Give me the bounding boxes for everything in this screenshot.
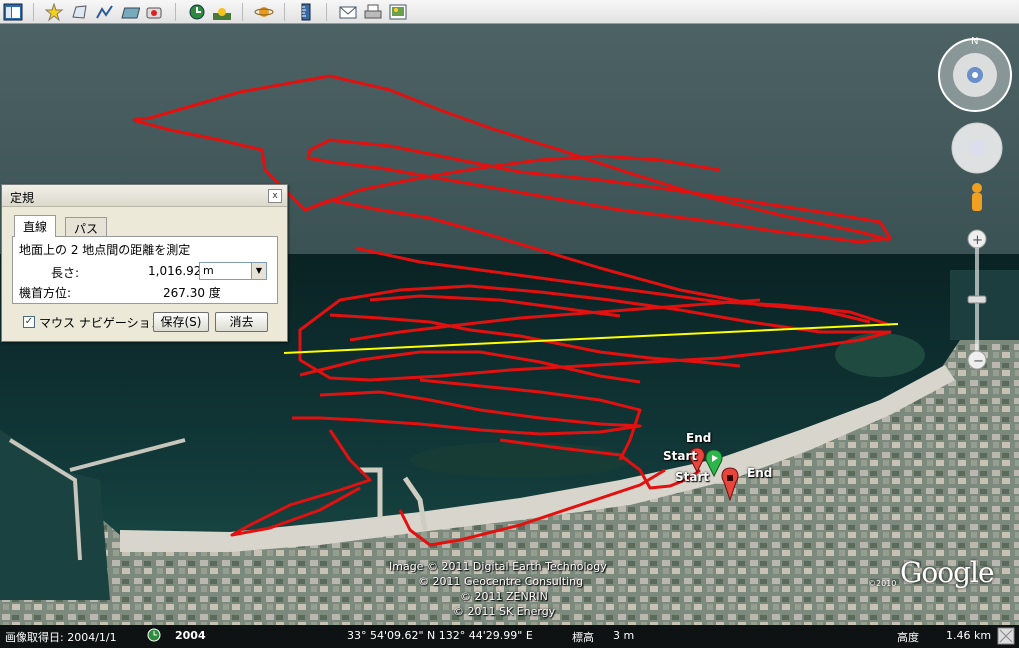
heading-label: 機首方位: bbox=[19, 286, 72, 300]
status-bar: 画像取得日: 2004/1/1 2004 33° 54'09.62" N 132… bbox=[0, 625, 1019, 648]
street-view-pegman-icon[interactable] bbox=[972, 183, 982, 211]
add-path-icon[interactable] bbox=[95, 3, 115, 21]
sunlight-icon[interactable] bbox=[212, 3, 232, 21]
toolbar-separator bbox=[242, 2, 243, 21]
email-icon[interactable] bbox=[338, 3, 358, 21]
history-year: 2004 bbox=[175, 629, 206, 642]
eye-altitude-value: 1.46 km bbox=[946, 629, 992, 642]
mouse-navigation-checkbox[interactable]: ✓ bbox=[23, 316, 35, 328]
historical-imagery-clock-icon[interactable] bbox=[147, 628, 161, 645]
move-control[interactable] bbox=[951, 122, 1003, 174]
measure-description: 地面上の 2 地点間の距離を測定 bbox=[19, 243, 191, 257]
toolbar-separator bbox=[326, 2, 327, 21]
clear-button[interactable]: 消去 bbox=[215, 312, 268, 332]
planets-icon[interactable] bbox=[254, 3, 274, 21]
svg-text:N: N bbox=[971, 36, 978, 47]
print-icon[interactable] bbox=[363, 3, 383, 21]
save-button[interactable]: 保存(S) bbox=[153, 312, 209, 332]
pointer-coordinates: 33° 54'09.62" N 132° 44'29.99" E bbox=[347, 629, 533, 642]
attribution-line: Image © 2011 Digital Earth Technology bbox=[389, 560, 607, 573]
ruler-dialog: 定規 x 直線 パス 地面上の 2 地点間の距離を測定 長さ: 1,016.92… bbox=[1, 184, 288, 342]
historical-imagery-icon[interactable] bbox=[187, 3, 207, 21]
tab-path[interactable]: パス bbox=[65, 217, 108, 237]
streaming-indicator-icon bbox=[997, 627, 1015, 648]
add-image-overlay-icon[interactable] bbox=[120, 3, 140, 21]
record-tour-icon[interactable] bbox=[145, 3, 165, 21]
tab-line[interactable]: 直線 bbox=[14, 215, 57, 237]
toolbar-separator bbox=[175, 2, 176, 21]
tab-panel: 地面上の 2 地点間の距離を測定 長さ: 1,016.92 m ▼ 機首方位: … bbox=[12, 236, 278, 304]
mouse-navigation-label: マウス ナビゲーション bbox=[39, 316, 163, 330]
google-logo: Google bbox=[900, 556, 995, 589]
logo-copyright: ©2010 bbox=[868, 579, 897, 588]
heading-value: 267.30 度 bbox=[163, 286, 221, 300]
unit-select[interactable]: m ▼ bbox=[199, 262, 267, 280]
toolbar-separator bbox=[284, 2, 285, 21]
eye-altitude-label: 高度 bbox=[897, 631, 919, 644]
marker-label-end-right: End bbox=[747, 466, 773, 480]
attribution-line: © 2011 ZENRIN bbox=[460, 590, 548, 603]
dialog-title: 定規 bbox=[10, 191, 35, 205]
elevation-label: 標高 bbox=[572, 631, 594, 644]
sidebar-toggle-icon[interactable] bbox=[3, 3, 23, 21]
attribution-line: © 2011 Geocentre Consulting bbox=[418, 575, 584, 588]
chevron-down-icon[interactable]: ▼ bbox=[251, 263, 266, 279]
toolbar-separator bbox=[33, 2, 34, 21]
length-label: 長さ: bbox=[51, 266, 80, 280]
marker-label-start-top: Start bbox=[663, 449, 698, 463]
imagery-date: 画像取得日: 2004/1/1 bbox=[5, 631, 117, 644]
svg-text:−: − bbox=[973, 354, 984, 369]
marker-label-end-top: End bbox=[686, 431, 712, 445]
close-button[interactable]: x bbox=[268, 189, 282, 203]
add-polygon-icon[interactable] bbox=[70, 3, 90, 21]
dialog-titlebar[interactable]: 定規 x bbox=[2, 185, 287, 207]
svg-text:+: + bbox=[972, 233, 983, 248]
save-image-icon[interactable] bbox=[388, 3, 408, 21]
elevation-value: 3 m bbox=[613, 629, 635, 642]
unit-select-value: m bbox=[203, 264, 214, 277]
length-value: 1,016.92 bbox=[148, 264, 202, 278]
add-placemark-icon[interactable] bbox=[45, 2, 65, 21]
marker-label-start-bottom: Start bbox=[675, 470, 710, 484]
attribution-line: © 2011 SK Energy bbox=[453, 605, 556, 618]
toolbar bbox=[0, 0, 1019, 24]
ruler-icon[interactable] bbox=[296, 3, 316, 21]
